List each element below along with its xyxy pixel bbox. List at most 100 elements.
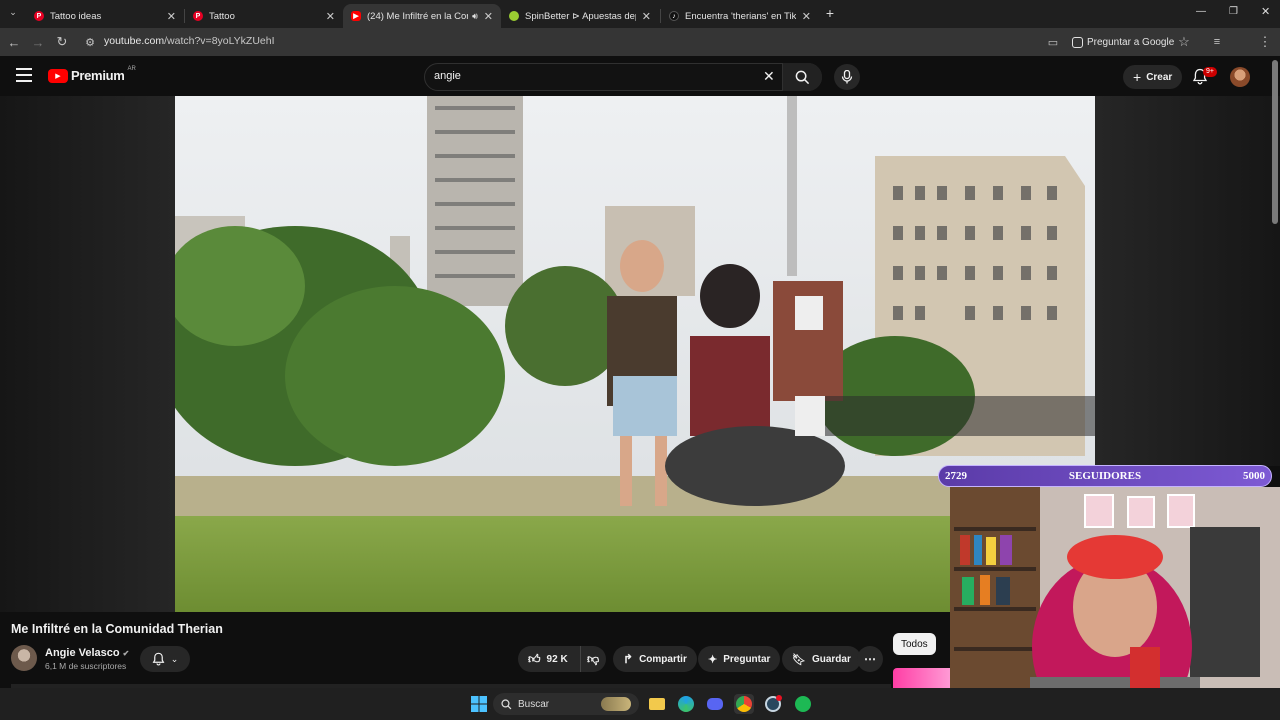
search-icon: [795, 70, 810, 84]
more-menu-icon[interactable]: ⋮: [1257, 34, 1273, 50]
channel-name-text: Angie Velasco: [45, 647, 120, 659]
tab-tattoo[interactable]: P Tattoo ✕: [185, 4, 343, 28]
webcam-overlay: [950, 487, 1280, 720]
spotify-icon[interactable]: [793, 694, 813, 714]
player-side-right: [1095, 96, 1280, 466]
file-explorer-icon[interactable]: [647, 694, 667, 714]
webcam-frame: [950, 487, 1280, 720]
pinterest-icon: P: [193, 11, 203, 21]
tab-tattoo-ideas[interactable]: P Tattoo ideas ✕: [26, 4, 184, 28]
tiktok-icon: ♪: [669, 11, 679, 21]
followers-goal: 5000: [1242, 470, 1265, 482]
tab-label: (24) Me Infiltré en la Comu: [367, 10, 468, 22]
more-dots-icon: ⋯: [864, 652, 876, 666]
search-icon: [501, 698, 512, 709]
taskbar-search-label: Buscar: [518, 698, 550, 710]
windows-taskbar: [0, 688, 1280, 720]
save-button[interactable]: 🔖︎ Guardar: [782, 646, 861, 672]
dislike-button[interactable]: 👎︎: [580, 646, 606, 672]
player-side-left: [0, 96, 175, 612]
speaker-icon[interactable]: 🔊︎: [472, 11, 478, 22]
youtube-icon: ▶: [351, 11, 361, 21]
subscription-bell-button[interactable]: ⌄: [140, 646, 190, 672]
spinbetter-icon: [509, 11, 519, 21]
tab-label: SpinBetter ⊳ Apuestas deportiv: [525, 10, 636, 22]
like-count: 92 K: [546, 653, 568, 665]
tab-tiktok[interactable]: ♪ Encuentra 'therians' en TikTok | ✕: [661, 4, 819, 28]
reload-icon[interactable]: ↻: [54, 34, 70, 50]
channel-avatar[interactable]: [11, 645, 37, 671]
share-button[interactable]: ↱ Compartir: [613, 646, 697, 672]
edge-icon[interactable]: [676, 694, 696, 714]
reading-list-icon[interactable]: ≡: [1209, 34, 1225, 50]
ask-google-button[interactable]: Preguntar a Google: [1066, 32, 1180, 52]
plus-icon: +: [1133, 69, 1142, 85]
site-info-icon[interactable]: ⚙: [82, 34, 98, 50]
logo-text: Premium: [71, 68, 125, 83]
tab-spinbetter[interactable]: SpinBetter ⊳ Apuestas deportiv ✕: [501, 4, 659, 28]
thumbs-down-icon: 👎︎: [587, 651, 600, 666]
forward-arrow-icon[interactable]: →: [30, 34, 46, 50]
close-icon[interactable]: ✕: [484, 10, 493, 23]
more-actions-button[interactable]: ⋯: [857, 646, 883, 672]
logo-region: AR: [127, 65, 136, 72]
voice-search-button[interactable]: [834, 64, 860, 90]
followers-current: 2729: [945, 470, 967, 482]
verified-icon: ✔: [122, 649, 130, 658]
cast-icon[interactable]: ▭: [1045, 34, 1061, 50]
bookmark-icon: 🔖︎: [792, 653, 806, 666]
address-bar[interactable]: youtube.com/watch?v=8yoLYkZUehI: [104, 35, 275, 47]
search-input[interactable]: angie: [434, 70, 461, 82]
close-icon[interactable]: ✕: [642, 10, 651, 23]
notification-count-badge: 9+: [1203, 67, 1217, 77]
notification-dot: [776, 695, 782, 701]
subscriber-count: 6,1 M de suscriptores: [45, 661, 127, 671]
youtube-premium-logo[interactable]: ▶ Premium AR: [48, 65, 136, 83]
minimize-button[interactable]: —: [1196, 6, 1206, 17]
restore-button[interactable]: ❐: [1229, 6, 1238, 17]
url-host: youtube.com: [104, 35, 165, 47]
windows-start-icon[interactable]: [469, 694, 489, 714]
video-title: Me Infiltré en la Comunidad Therian: [11, 622, 223, 636]
microphone-icon: [841, 70, 853, 84]
url-path: /watch?v=8yoLYkZUehI: [164, 35, 275, 47]
close-icon[interactable]: ✕: [167, 10, 176, 23]
thumbs-up-icon: 👍︎: [528, 651, 541, 666]
save-label: Guardar: [811, 653, 851, 665]
close-window-button[interactable]: ✕: [1261, 5, 1270, 18]
tab-search-icon[interactable]: ⌄: [6, 7, 20, 21]
tab-youtube-video[interactable]: ▶ (24) Me Infiltré en la Comu 🔊︎ ✕: [343, 4, 501, 28]
bell-icon: [152, 652, 165, 666]
recommended-thumbnail[interactable]: [893, 668, 950, 688]
chrome-icon[interactable]: [734, 694, 754, 714]
ask-google-label: Preguntar a Google: [1087, 36, 1175, 48]
followers-goal-bar: 2729 SEGUIDORES 5000: [938, 465, 1272, 487]
tab-label: Tattoo: [209, 10, 235, 22]
ask-button[interactable]: ✦ Preguntar: [698, 646, 781, 672]
like-button[interactable]: 👍︎ 92 K: [518, 646, 580, 672]
browser-tab-strip: ⌄ P Tattoo ideas ✕ P Tattoo ✕ ▶ (24) Me …: [0, 0, 1280, 28]
followers-label: SEGUIDORES: [1068, 470, 1142, 482]
share-label: Compartir: [639, 653, 687, 665]
share-icon: ↱: [623, 652, 634, 666]
sparkle-icon: ✦: [708, 653, 718, 666]
taskbar-search[interactable]: Buscar: [493, 693, 639, 715]
create-button[interactable]: + Crear: [1123, 65, 1183, 89]
create-label: Crear: [1146, 71, 1173, 83]
hamburger-menu-icon[interactable]: [16, 68, 32, 82]
pinterest-icon: P: [34, 11, 44, 21]
channel-name[interactable]: Angie Velasco ✔: [45, 647, 129, 659]
page-scrollbar[interactable]: [1272, 60, 1278, 224]
close-icon[interactable]: ✕: [802, 10, 811, 23]
new-tab-button[interactable]: +: [822, 5, 838, 21]
discord-icon[interactable]: [705, 694, 725, 714]
search-highlight-icon: [601, 697, 631, 711]
account-avatar[interactable]: [1230, 67, 1250, 87]
chevron-down-icon: ⌄: [170, 653, 179, 664]
search-button[interactable]: [782, 63, 822, 91]
youtube-play-icon: ▶: [48, 68, 68, 83]
clear-search-icon[interactable]: ✕: [763, 68, 775, 85]
chip-all[interactable]: Todos: [893, 633, 936, 655]
close-icon[interactable]: ✕: [326, 10, 335, 23]
back-arrow-icon[interactable]: ←: [6, 34, 22, 50]
